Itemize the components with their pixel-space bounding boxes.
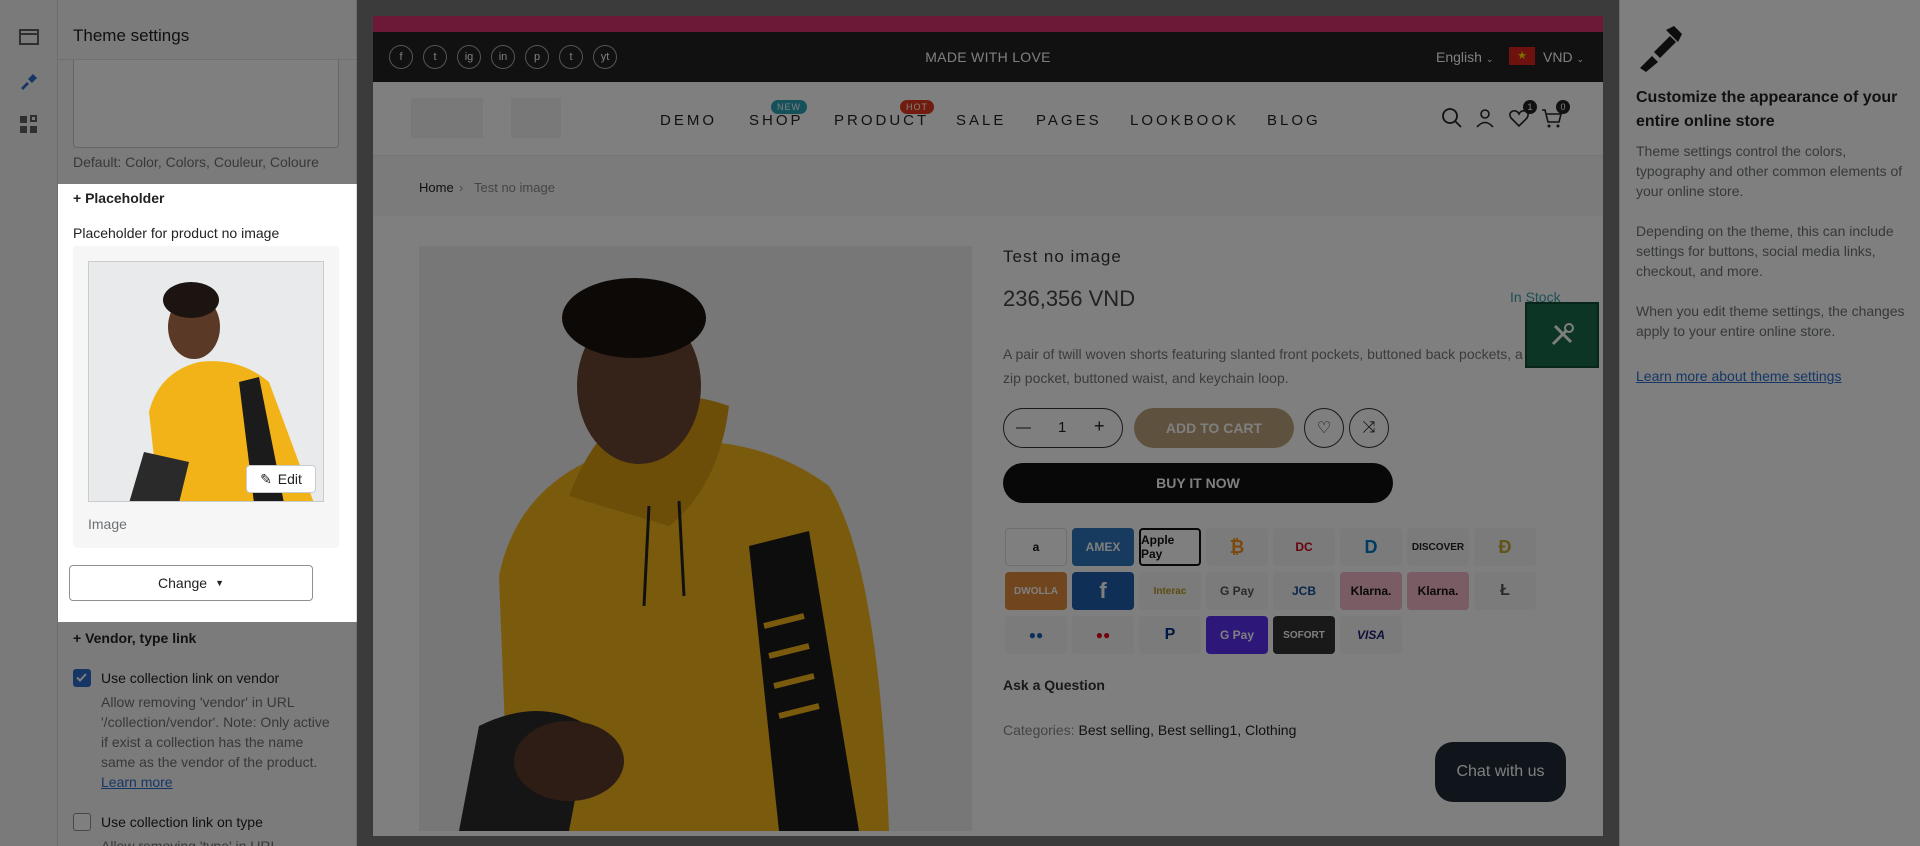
- rail-overlay: [0, 0, 58, 846]
- edit-label: Edit: [277, 471, 302, 487]
- placeholder-thumbnail[interactable]: ✎ Edit: [88, 261, 324, 502]
- settings-overlay-bottom: [58, 622, 357, 846]
- edit-image-button[interactable]: ✎ Edit: [246, 465, 316, 493]
- image-picker-card: ✎ Edit Image: [73, 246, 339, 548]
- change-image-button[interactable]: Change ▼: [69, 565, 313, 601]
- change-label: Change: [158, 575, 208, 591]
- settings-overlay-top: [58, 0, 357, 184]
- placeholder-label: Placeholder for product no image: [73, 225, 280, 241]
- placeholder-heading: + Placeholder: [73, 190, 165, 206]
- caret-down-icon: ▼: [215, 578, 224, 588]
- placeholder-section: + Placeholder Placeholder for product no…: [58, 184, 356, 622]
- help-overlay: [1619, 0, 1920, 846]
- preview-overlay: [357, 0, 1619, 846]
- image-caption: Image: [88, 516, 127, 532]
- pencil-icon: ✎: [260, 470, 272, 487]
